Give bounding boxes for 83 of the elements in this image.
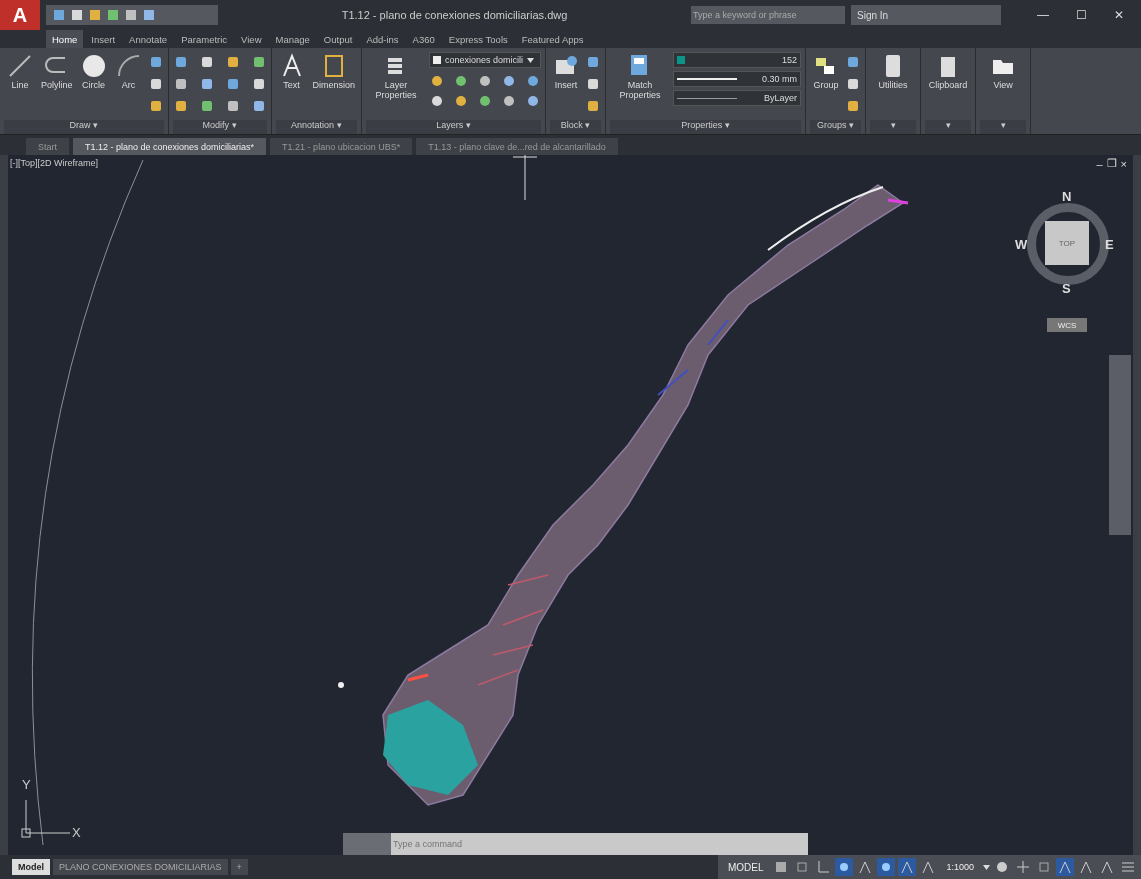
- panel-title[interactable]: Modify ▾: [172, 120, 267, 134]
- tool-button[interactable]: Polyline: [39, 52, 75, 90]
- ribbon-tab[interactable]: Parametric: [175, 30, 234, 48]
- tool-button[interactable]: Dimension: [310, 52, 358, 90]
- layer-dropdown[interactable]: conexiones domicili: [429, 52, 542, 68]
- ucs-icon: [21, 799, 71, 838]
- panel-title[interactable]: ▾: [925, 120, 972, 134]
- status-toggle-icon[interactable]: [1014, 858, 1032, 876]
- tool-button[interactable]: Clipboard: [926, 52, 970, 90]
- window-control[interactable]: ☐: [1065, 7, 1097, 23]
- viewport-label[interactable]: [-][Top][2D Wireframe]: [10, 158, 99, 168]
- ribbon-tab[interactable]: Annotate: [123, 30, 174, 48]
- compass-label[interactable]: E: [1105, 237, 1114, 252]
- tool-button[interactable]: Group: [810, 52, 843, 90]
- application-button[interactable]: A: [0, 0, 40, 30]
- command-input[interactable]: Type a command: [391, 833, 808, 855]
- tool-button[interactable]: Utilities: [876, 52, 910, 90]
- toolbar-icon[interactable]: [142, 8, 156, 22]
- ribbon-tab[interactable]: Insert: [85, 30, 122, 48]
- viewport-control[interactable]: –: [1094, 157, 1105, 170]
- layout-tab[interactable]: +: [230, 859, 248, 875]
- drawing-area[interactable]: [-][Top][2D Wireframe] – ❐ × Y X N W TOP E S WCS Type a command: [8, 155, 1133, 855]
- status-toggle-icon[interactable]: [1056, 858, 1074, 876]
- viewport-control[interactable]: ×: [1118, 157, 1129, 170]
- compass-label[interactable]: W: [1015, 237, 1028, 252]
- caret-icon: [527, 57, 535, 63]
- panel-title[interactable]: Draw ▾: [4, 120, 164, 134]
- window-control[interactable]: —: [1027, 7, 1059, 23]
- toolbar-icon[interactable]: [124, 8, 138, 22]
- file-tab[interactable]: T1.13 - plano clave de...red de alcantarillado: [416, 138, 618, 155]
- linetype-dropdown[interactable]: ByLayer: [673, 90, 802, 106]
- tool-button[interactable]: Arc: [112, 52, 145, 90]
- panel-title[interactable]: ▾: [980, 120, 1027, 134]
- tool-button[interactable]: Match Properties: [610, 52, 671, 100]
- color-dropdown[interactable]: 152: [673, 52, 802, 68]
- panel-title[interactable]: Annotation ▾: [275, 120, 358, 134]
- file-tab[interactable]: T1.12 - plano de conexiones domiciliarias*: [73, 138, 267, 155]
- tool-button[interactable]: Layer Properties: [366, 52, 427, 100]
- tool-button[interactable]: Circle: [77, 52, 110, 90]
- file-tab[interactable]: Start: [26, 138, 69, 155]
- toolbar-icon[interactable]: [70, 8, 84, 22]
- tool-button[interactable]: Text: [275, 52, 308, 90]
- axis-label: Y: [22, 777, 31, 792]
- compass-label[interactable]: N: [1062, 189, 1072, 204]
- lineweight-dropdown[interactable]: 0.30 mm: [673, 71, 802, 87]
- file-tab[interactable]: T1.21 - plano ubicacion UBS*: [270, 138, 413, 155]
- ribbon-tab[interactable]: A360: [406, 30, 441, 48]
- model-space-button[interactable]: MODEL: [721, 860, 770, 874]
- viewcube-face[interactable]: TOP: [1045, 221, 1089, 265]
- ribbon-tab[interactable]: Add-ins: [360, 30, 405, 48]
- caret-icon[interactable]: [983, 864, 990, 870]
- ribbon-tab[interactable]: Home: [46, 30, 84, 48]
- search-field[interactable]: Type a keyword or phrase: [691, 6, 845, 24]
- tool-button[interactable]: View: [987, 52, 1020, 90]
- compass-label[interactable]: S: [1062, 281, 1071, 296]
- axis-label: X: [72, 825, 81, 840]
- panel-title[interactable]: Layers ▾: [366, 120, 542, 134]
- panel-title[interactable]: Groups ▾: [810, 120, 862, 134]
- ribbon-tab[interactable]: Express Tools: [442, 30, 514, 48]
- layout-tab[interactable]: PLANO CONEXIONES DOMICILIARIAS: [53, 859, 228, 875]
- status-toggle-icon[interactable]: [835, 858, 854, 876]
- toolbar-icon[interactable]: [88, 8, 102, 22]
- crosshair-cursor: [512, 155, 538, 201]
- window-title: T1.12 - plano de conexiones domiciliarias.dwg: [340, 9, 569, 21]
- panel-title[interactable]: ▾: [870, 120, 917, 134]
- panel-title[interactable]: Properties ▾: [610, 120, 802, 134]
- status-toggle-icon[interactable]: [898, 858, 917, 876]
- sign-in-button[interactable]: Sign In: [851, 5, 1001, 25]
- annotation-scale[interactable]: 1:1000: [940, 861, 980, 873]
- window-control[interactable]: ✕: [1103, 7, 1135, 23]
- viewport-control[interactable]: ❐: [1104, 157, 1119, 170]
- ribbon-tab[interactable]: Manage: [269, 30, 316, 48]
- toolbar-icon[interactable]: [52, 8, 66, 22]
- ribbon-tab[interactable]: Featured Apps: [515, 30, 590, 48]
- layout-tab[interactable]: Model: [12, 859, 50, 875]
- tool-button[interactable]: Insert: [550, 52, 583, 90]
- status-toggle-icon[interactable]: [877, 858, 896, 876]
- toolbar-icon[interactable]: [106, 8, 120, 22]
- ucs-menu[interactable]: WCS: [1047, 318, 1087, 332]
- ribbon-tab[interactable]: View: [235, 30, 268, 48]
- ribbon-tab[interactable]: Output: [317, 30, 359, 48]
- panel-title[interactable]: Block ▾: [550, 120, 602, 134]
- tool-button[interactable]: Line: [4, 52, 36, 90]
